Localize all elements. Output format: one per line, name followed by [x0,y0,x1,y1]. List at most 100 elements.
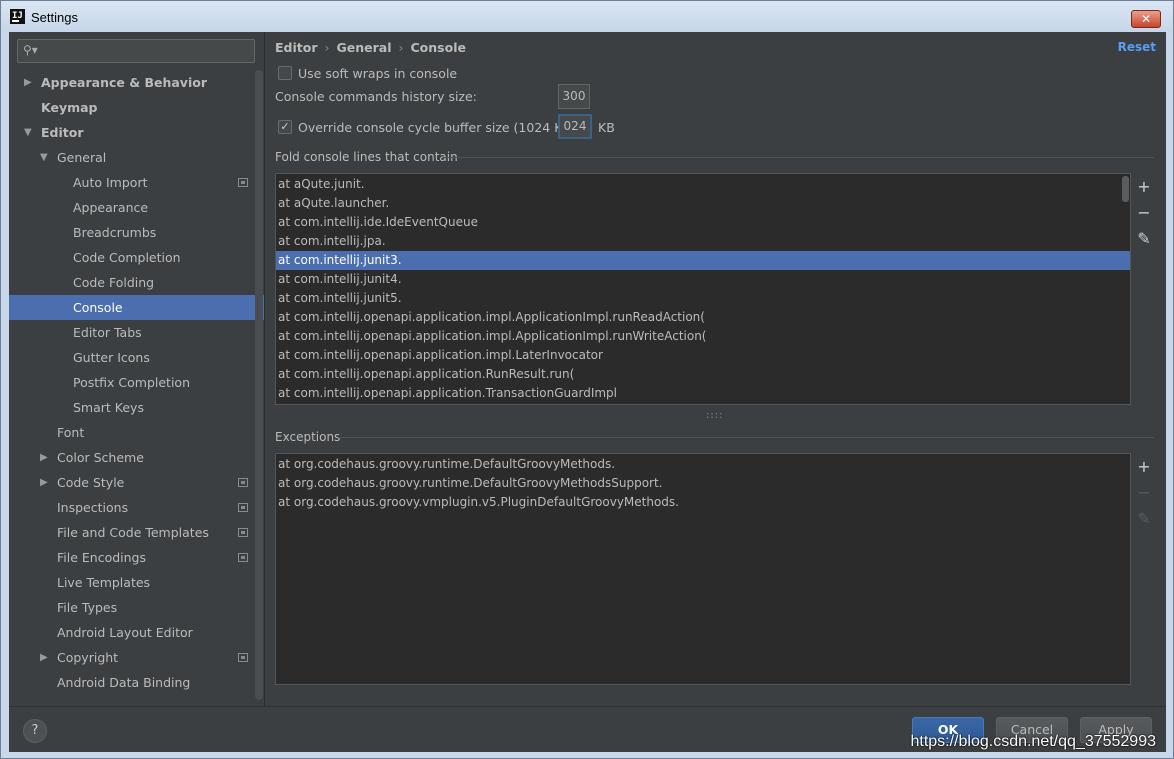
dialog-body: ⚲▾ ▶ Appearance & Behavior Keymap ▼ Edit… [9,32,1166,752]
sidebar-item-appearance-behavior[interactable]: ▶ Appearance & Behavior [9,70,264,95]
list-item[interactable]: at com.intellij.jpa. [276,232,1130,251]
project-scope-icon [238,503,248,512]
sidebar-item-console[interactable]: Console [9,295,264,320]
sidebar-item-color-scheme[interactable]: ▶ Color Scheme [9,445,264,470]
sidebar-item-breadcrumbs[interactable]: Breadcrumbs [9,220,264,245]
sidebar-item-gutter-icons[interactable]: Gutter Icons [9,345,264,370]
breadcrumb-editor: Editor [275,40,318,55]
sidebar-item-android-layout-editor[interactable]: Android Layout Editor [9,620,264,645]
reset-link[interactable]: Reset [1118,40,1156,54]
buffer-unit-label: KB [598,120,615,135]
soft-wraps-checkbox[interactable] [278,66,292,80]
breadcrumb: Editor › General › Console [275,40,466,55]
help-button[interactable]: ? [23,719,47,743]
minus-icon: − [1137,483,1151,502]
list-item[interactable]: at org.codehaus.groovy.runtime.DefaultGr… [276,474,1130,493]
sidebar-item-code-style[interactable]: ▶ Code Style [9,470,264,495]
override-buffer-label: Override console cycle buffer size (1024… [298,120,576,135]
collapse-arrow-icon[interactable]: ▼ [40,145,52,170]
sidebar-item-live-templates[interactable]: Live Templates [9,570,264,595]
sidebar-item-file-types[interactable]: File Types [9,595,264,620]
remove-fold-pattern-button[interactable]: − [1134,203,1154,223]
add-exception-button[interactable]: + [1134,457,1154,477]
list-item[interactable]: at com.intellij.openapi.application.Tran… [276,384,1130,403]
expand-arrow-icon[interactable]: ▶ [40,445,52,470]
list-item[interactable]: at aQute.junit. [276,175,1130,194]
override-buffer-checkbox[interactable]: ✓ [278,120,292,134]
list-item[interactable]: at com.intellij.openapi.application.impl… [276,327,1130,346]
sidebar-item-code-completion[interactable]: Code Completion [9,245,264,270]
sidebar-item-auto-import[interactable]: Auto Import [9,170,264,195]
edit-fold-pattern-button[interactable]: ✎ [1134,229,1154,249]
sidebar-scrollbar[interactable] [255,70,263,700]
sidebar-item-editor-tabs[interactable]: Editor Tabs [9,320,264,345]
breadcrumb-console: Console [410,40,466,55]
list-item[interactable]: at org.codehaus.groovy.runtime.DefaultGr… [276,455,1130,474]
soft-wraps-label: Use soft wraps in console [298,66,458,81]
collapse-arrow-icon[interactable]: ▼ [24,120,36,145]
console-settings-panel: Editor › General › Console Reset Use soft wr… [265,32,1166,706]
history-size-label: Console commands history size: [275,89,477,104]
minus-icon: − [1137,203,1151,222]
sidebar-item-file-and-code-templates[interactable]: File and Code Templates [9,520,264,545]
sidebar-item-inspections[interactable]: Inspections [9,495,264,520]
pencil-icon: ✎ [1137,509,1151,528]
plus-icon: + [1137,457,1151,476]
settings-search-input[interactable]: ⚲▾ [17,39,255,63]
expand-arrow-icon[interactable]: ▶ [40,470,52,495]
project-scope-icon [238,178,248,187]
buffer-size-field[interactable]: 024 [558,114,592,139]
edit-exception-button[interactable]: ✎ [1134,509,1154,529]
sidebar-item-font[interactable]: Font [9,420,264,445]
close-window-button[interactable]: ✕ [1131,10,1161,28]
plus-icon: + [1137,177,1151,196]
sidebar-item-android-data-binding[interactable]: Android Data Binding [9,670,264,695]
watermark-text: https://blog.csdn.net/qq_37552993 [910,733,1156,750]
window-title: Settings [31,10,78,25]
fold-section-title: Fold console lines that contain [275,150,458,164]
list-item[interactable]: at com.intellij.ide.IdeEventQueue [276,213,1130,232]
list-item[interactable]: at org.codehaus.groovy.vmplugin.v5.Plugi… [276,493,1130,512]
sidebar-item-appearance[interactable]: Appearance [9,195,264,220]
add-fold-pattern-button[interactable]: + [1134,177,1154,197]
breadcrumb-separator: › [398,40,404,55]
fold-lines-list[interactable]: at aQute.junit. at aQute.launcher. at co… [275,173,1131,405]
list-item[interactable]: at aQute.launcher. [276,194,1130,213]
list-item[interactable]: at com.intellij.openapi.application.impl… [276,308,1130,327]
fold-list-scrollbar[interactable] [1122,176,1129,202]
sidebar-item-general[interactable]: ▼ General [9,145,264,170]
project-scope-icon [238,553,248,562]
list-item-selected[interactable]: at com.intellij.junit3. [276,251,1130,270]
breadcrumb-separator: › [324,40,330,55]
sidebar-item-code-folding[interactable]: Code Folding [9,270,264,295]
title-bar: IJ Settings ✕ [1,1,1173,31]
sidebar-item-editor[interactable]: ▼ Editor [9,120,264,145]
dialog-button-bar: ? OK Cancel Apply https://blog.csdn.net/… [9,706,1166,752]
sidebar-item-postfix-completion[interactable]: Postfix Completion [9,370,264,395]
expand-arrow-icon[interactable]: ▶ [24,70,36,95]
list-item[interactable]: at com.intellij.openapi.application.impl… [276,346,1130,365]
pencil-icon: ✎ [1137,229,1151,248]
project-scope-icon [238,478,248,487]
expand-arrow-icon[interactable]: ▶ [40,645,52,670]
list-item[interactable]: at com.intellij.junit4. [276,270,1130,289]
sidebar-item-keymap[interactable]: Keymap [9,95,264,120]
sidebar-item-file-encodings[interactable]: File Encodings [9,545,264,570]
section-divider [443,157,1154,158]
settings-window: IJ Settings ✕ ⚲▾ ▶ Appearance & Behavior… [0,0,1174,759]
remove-exception-button[interactable]: − [1134,483,1154,503]
sidebar-item-smart-keys[interactable]: Smart Keys [9,395,264,420]
search-icon: ⚲▾ [23,43,38,57]
intellij-app-icon: IJ [10,9,25,24]
list-item[interactable]: at com.intellij.junit5. [276,289,1130,308]
exceptions-list[interactable]: at org.codehaus.groovy.runtime.DefaultGr… [275,453,1131,685]
project-scope-icon [238,653,248,662]
sidebar-item-copyright[interactable]: ▶ Copyright [9,645,264,670]
exceptions-section-title: Exceptions [275,430,341,444]
splitter-handle-icon[interactable]: :::: [706,410,723,421]
breadcrumb-general: General [336,40,392,55]
project-scope-icon [238,528,248,537]
list-item[interactable]: at com.intellij.openapi.application.RunR… [276,365,1130,384]
history-size-field[interactable]: 300 [558,84,590,109]
section-divider [338,437,1154,438]
